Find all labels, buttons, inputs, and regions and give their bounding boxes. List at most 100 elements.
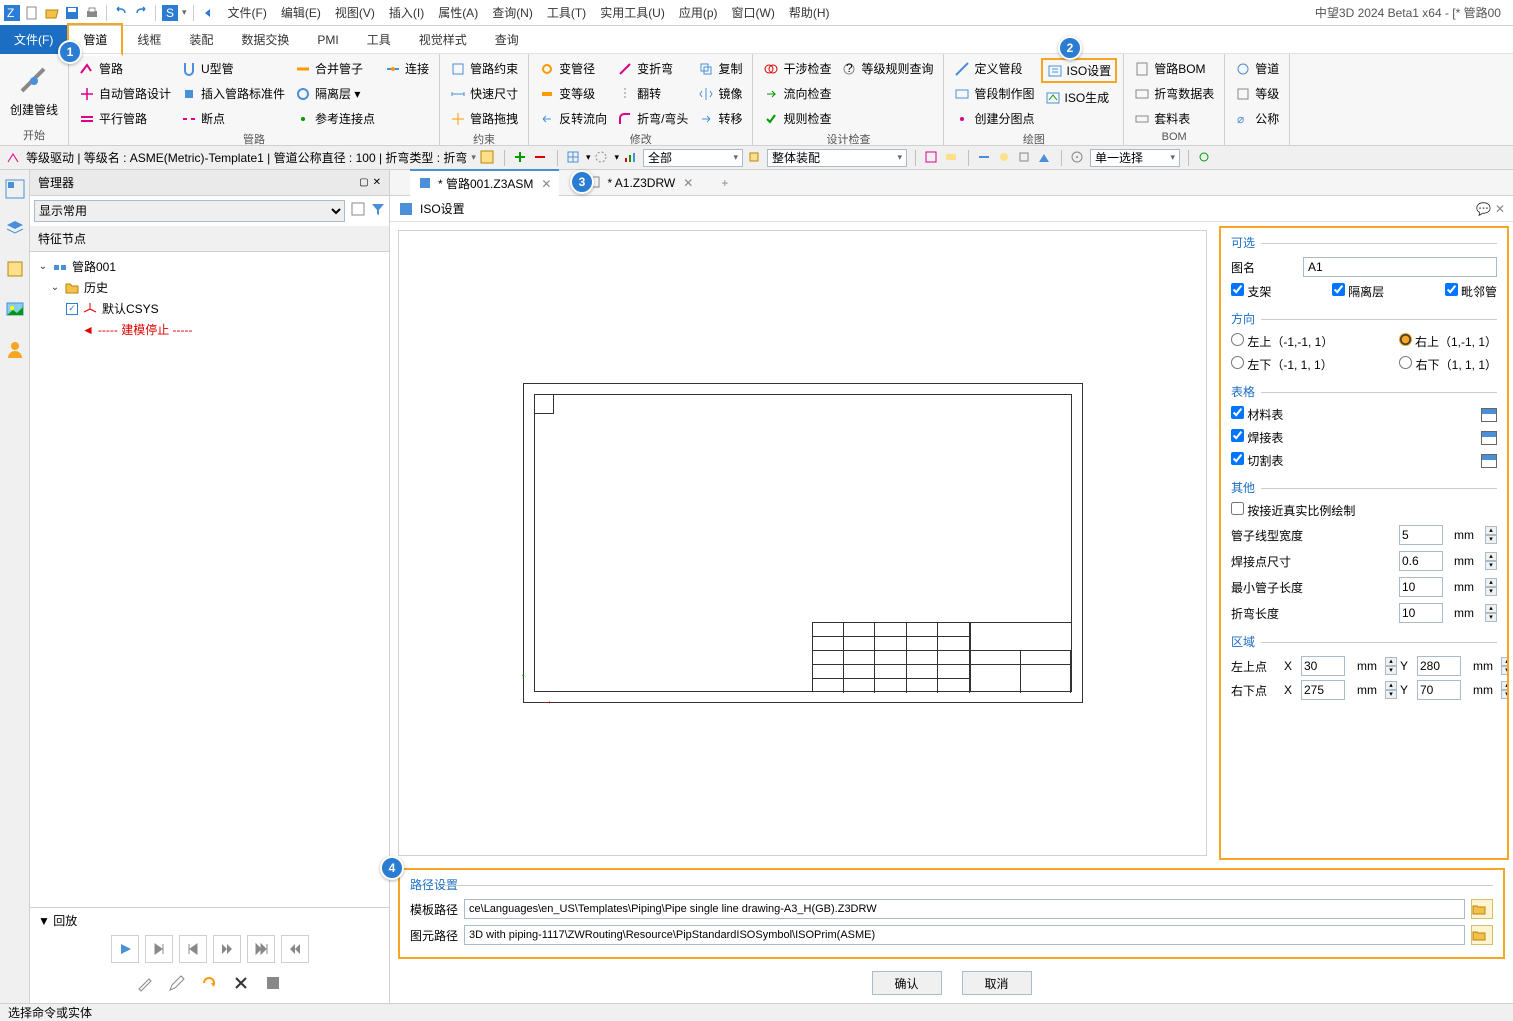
btn-interfere[interactable]: 干涉检查	[759, 58, 835, 79]
ul-y-input[interactable]	[1417, 656, 1461, 676]
tool-icon-1[interactable]	[135, 973, 157, 995]
btn-isolayer[interactable]: 隔离层 ▾	[291, 83, 379, 104]
btn-chg-bend[interactable]: 变折弯	[613, 58, 692, 79]
spinner[interactable]: ▴▾	[1485, 604, 1497, 622]
cube-icon[interactable]	[747, 150, 763, 166]
help-icon[interactable]: 💬	[1476, 202, 1491, 216]
target-icon[interactable]	[1070, 150, 1086, 166]
pin-icon[interactable]: ▢	[359, 177, 368, 188]
plus-icon[interactable]	[513, 150, 529, 166]
chk-isolation[interactable]: 隔离层	[1332, 283, 1384, 300]
rewind-button[interactable]	[281, 935, 309, 963]
menu-file[interactable]: 文件(F)	[228, 4, 267, 21]
bendlen-input[interactable]	[1399, 603, 1443, 623]
box-icon[interactable]	[4, 258, 26, 280]
btn-seg-draw[interactable]: 管段制作图	[950, 83, 1038, 104]
btn-merge[interactable]: 合并管子	[291, 58, 379, 79]
open-icon[interactable]	[44, 5, 60, 21]
ff-button[interactable]	[213, 935, 241, 963]
btn-define-seg[interactable]: 定义管段	[950, 58, 1038, 79]
btn-pipe2[interactable]: 管道	[1231, 58, 1283, 79]
btn-chg-dia[interactable]: 变管径	[535, 58, 611, 79]
btn-rule-check[interactable]: 规则检查	[759, 108, 835, 129]
chk-weld-table[interactable]: 焊接表	[1231, 429, 1283, 446]
table-icon[interactable]	[1481, 454, 1497, 468]
browse-prim-button[interactable]	[1471, 925, 1493, 945]
sub-icon-a[interactable]	[480, 150, 496, 166]
btn-parallel[interactable]: 平行管路	[75, 108, 175, 129]
btn-rev-flow[interactable]: 反转流向	[535, 108, 611, 129]
expander-icon[interactable]: ⌄	[38, 262, 48, 272]
filter-combo-2[interactable]: 整体装配	[767, 149, 907, 167]
add-tab-icon[interactable]: +	[721, 176, 728, 190]
menu-window[interactable]: 窗口(W)	[732, 4, 775, 21]
btn-break[interactable]: 断点	[177, 108, 289, 129]
menu-tools[interactable]: 工具(T)	[547, 4, 586, 21]
tree-stop[interactable]: ◄ ----- 建模停止 -----	[38, 319, 381, 340]
menu-help[interactable]: 帮助(H)	[789, 4, 830, 21]
save-icon[interactable]	[64, 5, 80, 21]
ok-button[interactable]: 确认	[872, 971, 942, 995]
btn-drag[interactable]: 管路拖拽	[446, 108, 522, 129]
btn-nominal[interactable]: ⌀公称	[1231, 108, 1283, 129]
close-icon[interactable]: ✕	[683, 176, 693, 190]
create-pipeline-button[interactable]: 创建管线	[6, 58, 62, 125]
linewidth-input[interactable]	[1399, 525, 1443, 545]
tb-icon-3[interactable]	[977, 150, 993, 166]
stop-icon[interactable]	[263, 973, 285, 995]
circle-icon[interactable]	[594, 150, 610, 166]
print-icon[interactable]	[84, 5, 100, 21]
ribbon-tab-pmi[interactable]: PMI	[303, 27, 352, 53]
btn-route[interactable]: 管路	[75, 58, 175, 79]
step-fwd-button[interactable]	[145, 935, 173, 963]
redo-icon[interactable]	[133, 5, 149, 21]
filter-icon[interactable]	[369, 200, 385, 216]
radio-lower-right[interactable]: 右下（1, 1, 1）	[1399, 356, 1497, 373]
minus-icon[interactable]	[533, 150, 549, 166]
btn-refpoint[interactable]: 参考连接点	[291, 108, 379, 129]
btn-mirror[interactable]: 镜像	[694, 83, 746, 104]
chart-icon[interactable]	[623, 150, 639, 166]
btn-chg-class[interactable]: 变等级	[535, 83, 611, 104]
refresh-icon[interactable]	[1197, 150, 1213, 166]
menu-utils[interactable]: 实用工具(U)	[600, 4, 665, 21]
undo-icon[interactable]	[113, 5, 129, 21]
tree-view-icon[interactable]	[4, 178, 26, 200]
tb-icon-1[interactable]	[924, 150, 940, 166]
image-icon[interactable]	[4, 298, 26, 320]
browse-template-button[interactable]	[1471, 899, 1493, 919]
radio-upper-right[interactable]: 右上（1,-1, 1）	[1399, 333, 1497, 350]
ribbon-tab-data[interactable]: 数据交换	[227, 25, 303, 54]
btn-transfer[interactable]: 转移	[694, 108, 746, 129]
menu-insert[interactable]: 插入(I)	[389, 4, 424, 21]
br-x-input[interactable]	[1301, 680, 1345, 700]
btn-pipe-bom[interactable]: 管路BOM	[1130, 58, 1218, 79]
btn-bend-table[interactable]: 折弯数据表	[1130, 83, 1218, 104]
btn-iso-settings[interactable]: ISO设置	[1041, 58, 1118, 83]
btn-flip[interactable]: 翻转	[613, 83, 692, 104]
cancel-button[interactable]: 取消	[962, 971, 1032, 995]
layers-icon[interactable]	[4, 218, 26, 240]
minlen-input[interactable]	[1399, 577, 1443, 597]
table-icon[interactable]	[1481, 408, 1497, 422]
drawing-name-input[interactable]	[1303, 257, 1497, 277]
btn-upipe[interactable]: U型管	[177, 58, 289, 79]
radio-upper-left[interactable]: 左上（-1,-1, 1）	[1231, 333, 1333, 350]
tree-csys[interactable]: ✓ 默认CSYS	[38, 298, 381, 319]
new-icon[interactable]	[24, 5, 40, 21]
btn-connect[interactable]: 连接	[381, 58, 433, 79]
doc-tab-1[interactable]: * 管路001.Z3ASM ✕	[410, 169, 559, 196]
ribbon-tab-vstyle[interactable]: 视觉样式	[405, 25, 481, 54]
doc-tab-2[interactable]: * A1.Z3DRW ✕	[579, 171, 701, 195]
menu-attr[interactable]: 属性(A)	[438, 4, 478, 21]
chk-adjacent[interactable]: 毗邻管	[1445, 283, 1497, 300]
menu-view[interactable]: 视图(V)	[335, 4, 375, 21]
close-panel-icon[interactable]: ✕	[373, 177, 381, 188]
btn-nest-table[interactable]: 套料表	[1130, 108, 1218, 129]
user-icon[interactable]	[4, 338, 26, 360]
btn-flow-check[interactable]: 流向检查	[759, 83, 835, 104]
spinner[interactable]: ▴▾	[1385, 657, 1397, 675]
spinner[interactable]: ▴▾	[1385, 681, 1397, 699]
select-mode-combo[interactable]: 单一选择	[1090, 149, 1180, 167]
ul-x-input[interactable]	[1301, 656, 1345, 676]
